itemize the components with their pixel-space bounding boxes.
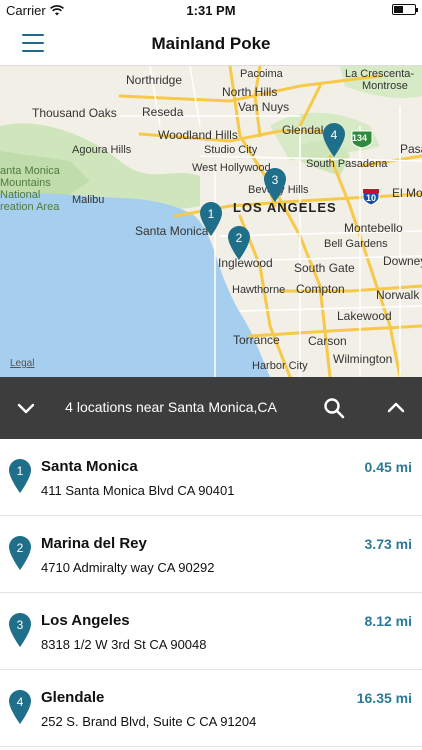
location-distance: 3.73 mi xyxy=(364,536,412,552)
map-label: South Pasadena xyxy=(306,158,388,170)
location-list-item[interactable]: 4 Glendale 252 S. Brand Blvd, Suite C CA… xyxy=(0,670,422,747)
map-label: Downey xyxy=(383,254,422,268)
map-label: North Hills xyxy=(222,85,278,99)
map-label: La Crescenta- xyxy=(345,68,415,80)
map-pin-icon[interactable]: 4 xyxy=(323,123,345,157)
map-pin-icon[interactable]: 3 xyxy=(264,168,286,202)
location-name: Glendale xyxy=(41,689,105,706)
location-address: 4710 Admiralty way CA 90292 xyxy=(41,560,215,575)
map-label: Wilmington xyxy=(333,352,393,366)
map-label: Bell Gardens xyxy=(324,238,388,250)
battery-icon xyxy=(392,4,418,15)
map-pin-icon: 1 xyxy=(9,459,31,493)
map-pin-icon: 2 xyxy=(9,536,31,570)
map-label: Northridge xyxy=(126,73,183,87)
map-label: Santa Monica xyxy=(135,224,209,238)
map-label: Studio City xyxy=(204,144,258,156)
location-number: 3 xyxy=(16,618,24,632)
location-number: 4 xyxy=(16,695,24,709)
map-label: Thousand Oaks xyxy=(32,106,117,120)
map-label: Lakewood xyxy=(337,309,392,323)
location-distance: 0.45 mi xyxy=(364,459,412,475)
status-time: 1:31 PM xyxy=(186,3,236,18)
search-icon[interactable] xyxy=(322,396,346,420)
map-label: Malibu xyxy=(72,194,105,206)
locations-summary: 4 locations near Santa Monica,CA xyxy=(65,399,277,415)
page-title: Mainland Poke xyxy=(151,34,271,53)
map-pin-number: 2 xyxy=(235,231,243,245)
map-label: Agoura Hills xyxy=(72,144,132,156)
map-label: El Mo xyxy=(392,186,422,200)
map-pin-icon[interactable]: 2 xyxy=(228,226,250,260)
location-list-item[interactable]: 1 Santa Monica 411 Santa Monica Blvd CA … xyxy=(0,439,422,516)
map-pin-number: 3 xyxy=(271,173,279,187)
location-name: Santa Monica xyxy=(41,458,138,475)
location-address: 8318 1/2 W 3rd St CA 90048 xyxy=(41,637,207,652)
status-bar: Carrier 1:31 PM xyxy=(0,0,422,22)
map-label: South Gate xyxy=(294,261,355,275)
location-list-item[interactable]: 2 Marina del Rey 4710 Admiralty way CA 9… xyxy=(0,516,422,593)
location-number: 1 xyxy=(16,464,24,478)
map-label: Pacoima xyxy=(240,68,283,80)
map-label: Carson xyxy=(308,334,347,348)
map-pin-icon[interactable]: 1 xyxy=(200,202,222,236)
map-label-los-angeles: LOS ANGELES xyxy=(233,200,337,215)
map-view[interactable]: Pacoima La Crescenta- Montrose Northridg… xyxy=(0,66,422,377)
map-label: Montebello xyxy=(344,221,403,235)
location-list-item[interactable]: 3 Los Angeles 8318 1/2 W 3rd St CA 90048… xyxy=(0,593,422,670)
location-address: 411 Santa Monica Blvd CA 90401 xyxy=(41,483,235,498)
legal-link[interactable]: Legal xyxy=(10,358,34,369)
location-list: 1 Santa Monica 411 Santa Monica Blvd CA … xyxy=(0,439,422,750)
nav-bar: Mainland Poke xyxy=(0,22,422,66)
search-bar: 4 locations near Santa Monica,CA xyxy=(0,377,422,439)
map-label: Pasa xyxy=(400,142,422,156)
map-label: Compton xyxy=(296,282,345,296)
map-pin-number: 1 xyxy=(207,207,215,221)
map-label: Van Nuys xyxy=(238,100,290,114)
chevron-up-icon[interactable] xyxy=(386,398,406,418)
map-label: Torrance xyxy=(233,333,280,347)
map-label: anta Monica Mountains National reation A… xyxy=(0,165,60,213)
location-distance: 16.35 mi xyxy=(356,690,412,706)
chevron-down-icon[interactable] xyxy=(16,398,36,418)
map-label: Hawthorne xyxy=(232,284,286,296)
highway-shield-label: 134 xyxy=(352,133,368,143)
map-label: Glendal xyxy=(282,123,324,137)
location-name: Los Angeles xyxy=(41,612,130,629)
map-label: Harbor City xyxy=(252,360,308,372)
location-name: Marina del Rey xyxy=(41,535,147,552)
map-pin-icon: 4 xyxy=(9,690,31,724)
location-distance: 8.12 mi xyxy=(364,613,412,629)
map-pin-icon: 3 xyxy=(9,613,31,647)
map-label: West Hollywood xyxy=(192,162,271,174)
map-pin-number: 4 xyxy=(330,128,338,142)
map-label: Montrose xyxy=(362,80,408,92)
map-label: Norwalk xyxy=(376,288,420,302)
map-label: Woodland Hills xyxy=(158,128,238,142)
interstate-shield-label: 10 xyxy=(366,193,377,203)
map-label: Reseda xyxy=(142,105,184,119)
location-number: 2 xyxy=(16,541,24,555)
location-address: 252 S. Brand Blvd, Suite C CA 91204 xyxy=(41,714,257,729)
